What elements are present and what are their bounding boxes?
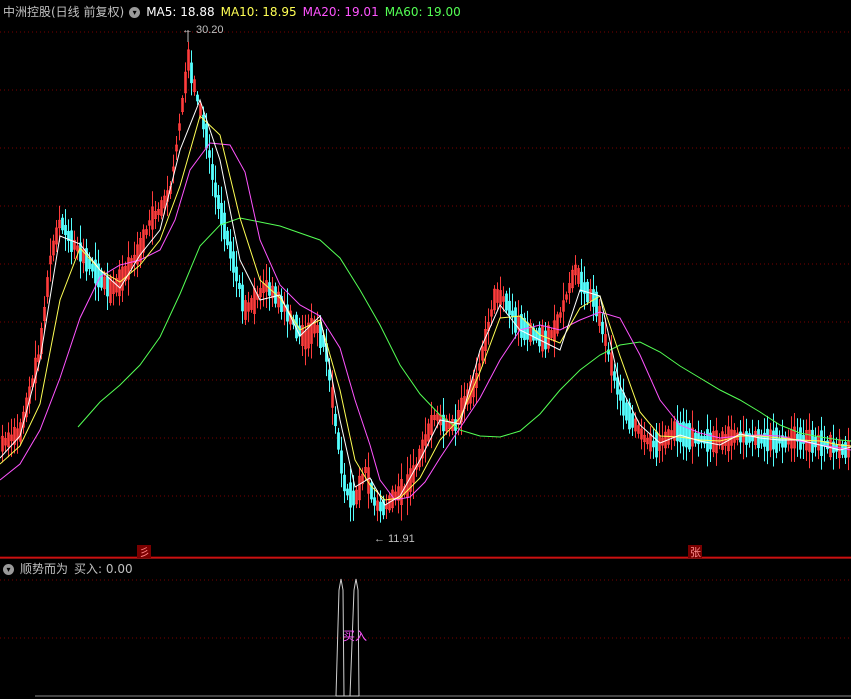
candle-body (202, 114, 205, 130)
candle-body (229, 241, 232, 259)
candle-body (241, 284, 244, 312)
candle-body (580, 271, 583, 293)
candle-body (601, 321, 604, 335)
candle-body (631, 413, 634, 428)
candle-body (373, 497, 376, 506)
candle-body (235, 266, 238, 282)
event-marker-right-label: 张 (690, 546, 701, 559)
high-arrow-icon: ← (182, 24, 193, 36)
candle-body (592, 289, 595, 307)
candle-body (748, 433, 751, 443)
candle-body (844, 442, 847, 458)
event-marker-left-label: 彡 (139, 546, 150, 559)
candle-body (508, 300, 511, 316)
candle-body (835, 444, 838, 452)
candle-body (613, 371, 616, 381)
candle-body (505, 293, 508, 311)
candle-body (64, 224, 67, 236)
candle-body (511, 310, 514, 318)
candle-body (778, 438, 781, 444)
chevron-down-icon[interactable]: ▾ (3, 564, 14, 575)
candle-body (100, 270, 103, 288)
ma60-readout: MA60: 19.00 (384, 5, 461, 19)
candle-body (676, 420, 679, 442)
candle-body (622, 392, 625, 416)
candle-body (88, 258, 91, 270)
candle-body (820, 430, 823, 456)
ma10-readout: MA10: 18.95 (220, 5, 297, 19)
candle-body (286, 304, 289, 322)
candle-body (595, 291, 598, 317)
ma5-readout: MA5: 18.88 (146, 5, 215, 19)
candle-body (514, 307, 517, 333)
chevron-down-icon[interactable]: ▾ (129, 7, 141, 18)
candle-body (343, 474, 346, 492)
candle-body (694, 432, 697, 444)
main-chart[interactable]: ← 30.20 ← 11.91 彡 张 买入 (0, 0, 851, 699)
buy-value-readout: 买入: 0.00 (74, 562, 133, 576)
high-price-label: 30.20 (196, 24, 224, 36)
candle-body (616, 377, 619, 395)
ma20-readout: MA20: 19.01 (302, 5, 379, 19)
candle-body (61, 217, 64, 231)
candle-body (337, 432, 340, 450)
candle-body (652, 440, 655, 448)
candle-body (379, 501, 382, 512)
candle-body (190, 62, 193, 84)
candle-body (745, 431, 748, 445)
candle-body (352, 490, 355, 506)
candle-body (625, 402, 628, 421)
stock-title: 中洲控股(日线 前复权) (3, 5, 125, 19)
candle-body (106, 276, 109, 297)
candle-body (205, 123, 208, 149)
candle-body (223, 212, 226, 240)
candle-body (334, 413, 337, 427)
candlestick-series (1, 41, 850, 523)
indicator-grid-lines (0, 579, 851, 639)
candle-body (544, 330, 547, 350)
low-arrow-icon: ← (374, 533, 385, 545)
candle-body (814, 436, 817, 448)
candle-body (214, 182, 217, 198)
candle-body (538, 327, 541, 347)
candle-body (811, 429, 814, 453)
candle-body (196, 94, 199, 102)
candle-body (526, 322, 529, 340)
candle-body (319, 321, 322, 349)
candle-body (772, 430, 775, 450)
candle-body (208, 150, 211, 158)
candle-body (349, 482, 352, 508)
candle-body (346, 488, 349, 496)
candle-body (766, 428, 769, 452)
buy-signal-label: 买入 (343, 629, 367, 643)
candle-body (619, 389, 622, 401)
low-price-label: 11.91 (388, 533, 415, 545)
main-header: 中洲控股(日线 前复权) ▾ MA5: 18.88 MA10: 18.95 MA20: … (0, 2, 467, 22)
candle-body (232, 251, 235, 273)
candle-body (211, 164, 214, 180)
candle-body (217, 195, 220, 209)
candle-body (226, 230, 229, 246)
candle-body (220, 202, 223, 226)
candle-body (757, 429, 760, 449)
candle-body (697, 433, 700, 445)
candle-body (781, 435, 784, 448)
candle-body (739, 431, 742, 443)
candle-body (340, 450, 343, 474)
candle-body (454, 419, 457, 431)
candle-body (679, 422, 682, 443)
candle-body (238, 283, 241, 289)
candle-body (688, 423, 691, 450)
candle-body (655, 431, 658, 458)
candle-body (799, 427, 802, 450)
indicator-title: 顺势而为 (20, 562, 69, 576)
candle-body (91, 263, 94, 272)
indicator-header: ▾ 顺势而为 买入: 0.00 (0, 559, 139, 579)
